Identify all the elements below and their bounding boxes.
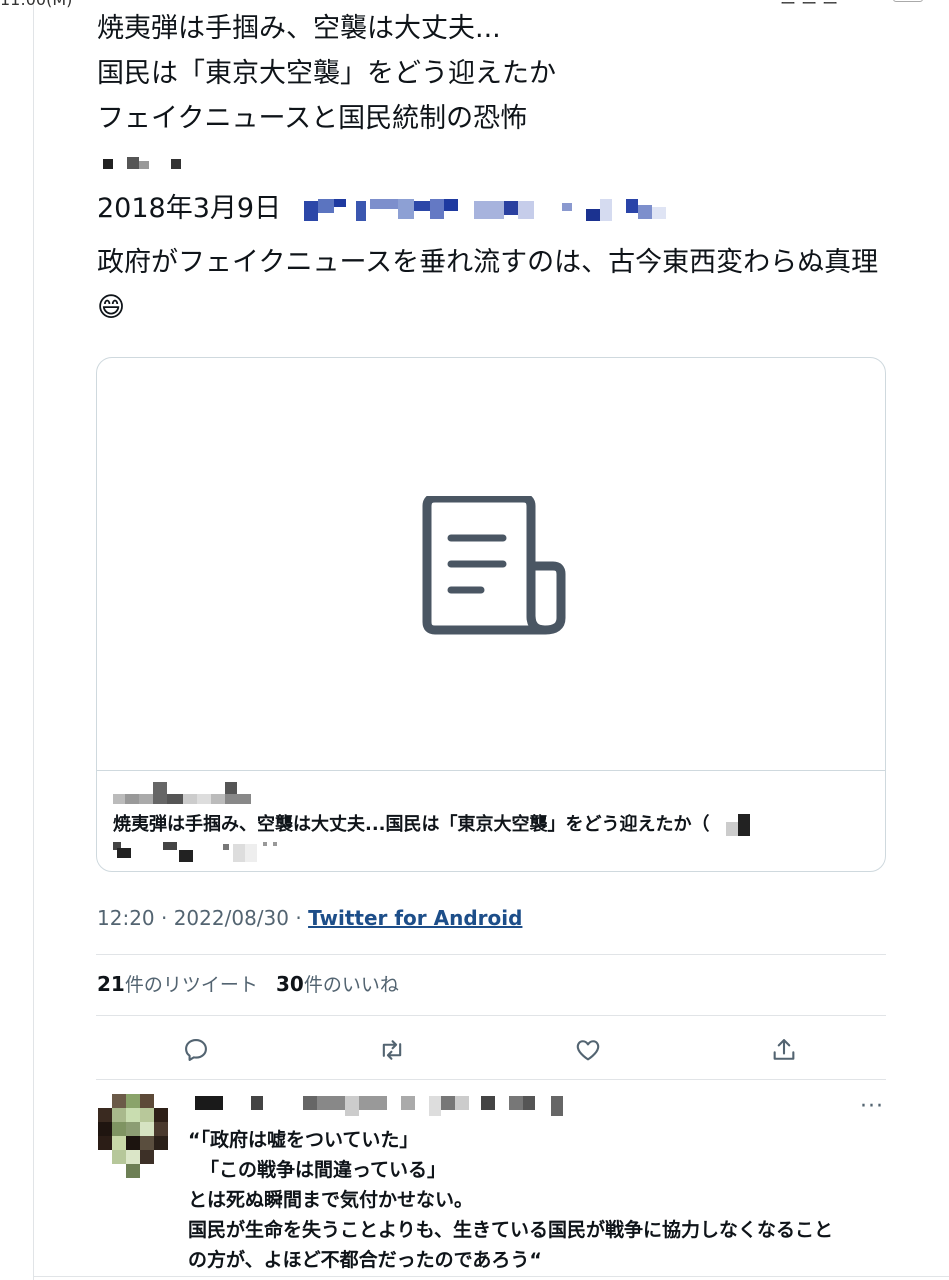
date-text: 2018年3月9日: [97, 193, 282, 224]
share-button[interactable]: [764, 1030, 804, 1070]
heart-icon: [576, 1040, 600, 1061]
reply-line-3: とは死ぬ瞬間まで気付かせない。: [188, 1189, 474, 1211]
redacted-title-line2: [113, 842, 277, 862]
card-title: 焼夷弾は手掴み、空襲は大丈夫...国民は「東京大空襲」をどう迎えたか（: [113, 812, 853, 838]
redacted-author-pixels: [103, 156, 181, 169]
redacted-reply-author[interactable]: [195, 1094, 575, 1118]
status-bar-box: [893, 0, 923, 2]
share-icon: [773, 1039, 795, 1060]
divider-top: [96, 954, 886, 955]
reply-line-1: “「政府は嘘をついていた」: [188, 1129, 419, 1151]
tweet-timestamp: 12:20 · 2022/08/30 ·: [97, 906, 309, 930]
retweets-stat[interactable]: 21件のリツイート: [97, 972, 258, 996]
retweet-icon: [382, 1040, 402, 1060]
tweet-line-2: 国民は「東京大空襲」をどう迎えたか: [97, 58, 556, 89]
card-title-text: 焼夷弾は手掴み、空襲は大丈夫...国民は「東京大空襲」をどう迎えたか（: [113, 814, 710, 835]
card-media: [97, 358, 885, 771]
redacted-author-line: [97, 141, 897, 186]
action-bar: [96, 1030, 886, 1070]
likes-label: 件のいいね: [303, 974, 399, 996]
redacted-title-pixels: [725, 814, 750, 836]
reply-line-2: 「この戦争は間違っている」: [200, 1159, 447, 1181]
card-info: 焼夷弾は手掴み、空襲は大丈夫...国民は「東京大空襲」をどう迎えたか（: [97, 772, 885, 871]
likes-count: 30: [275, 972, 304, 996]
reply-icon: [185, 1039, 207, 1061]
timeline-left-border: [33, 0, 34, 1280]
reply-text: “「政府は嘘をついていた」 「この戦争は間違っている」 とは死ぬ瞬間まで気付かせ…: [188, 1125, 908, 1275]
retweets-count: 21: [97, 972, 125, 996]
divider-bottom: [96, 1079, 886, 1080]
redacted-domain-pixels: [113, 782, 251, 804]
likes-stat[interactable]: 30件のいいね: [275, 972, 399, 996]
tweet-body: 政府がフェイクニュースを垂れ流すのは、古今東西変わらぬ真理😄: [97, 247, 879, 323]
tweet-line-3: フェイクニュースと国民統制の恐怖: [97, 103, 528, 134]
reply-avatar[interactable]: [98, 1094, 170, 1178]
link-card[interactable]: 焼夷弾は手掴み、空襲は大丈夫...国民は「東京大空襲」をどう迎えたか（: [96, 357, 886, 872]
retweet-button[interactable]: [372, 1030, 412, 1070]
timeline-bottom-border: [33, 1276, 949, 1277]
tweet-meta: 12:20 · 2022/08/30 · Twitter for Android: [97, 906, 522, 930]
retweets-label: 件のリツイート: [124, 974, 258, 996]
engagement-stats: 21件のリツイート 30件のいいね: [97, 970, 399, 997]
like-button[interactable]: [568, 1030, 608, 1070]
tweet-text: 焼夷弾は手掴み、空襲は大丈夫... 国民は「東京大空襲」をどう迎えたか フェイク…: [97, 6, 897, 231]
reply-line-5: の方が、よほど不都合だったのであろう“: [188, 1249, 542, 1271]
article-icon: [422, 496, 566, 635]
status-bar-left: 11:00(M): [0, 0, 72, 9]
tweet-line-1: 焼夷弾は手掴み、空襲は大丈夫...: [97, 13, 501, 44]
redacted-publisher-pixels: [303, 198, 666, 221]
reply-button[interactable]: [176, 1030, 216, 1070]
divider-middle: [96, 1015, 886, 1016]
reply-line-4: 国民が生命を失うことよりも、生きている国民が戦争に協力しなくなること: [188, 1219, 834, 1241]
date-line: 2018年3月9日: [97, 186, 897, 231]
more-options-icon[interactable]: ···: [860, 1094, 884, 1119]
tweet-source-link[interactable]: Twitter for Android: [308, 906, 522, 930]
